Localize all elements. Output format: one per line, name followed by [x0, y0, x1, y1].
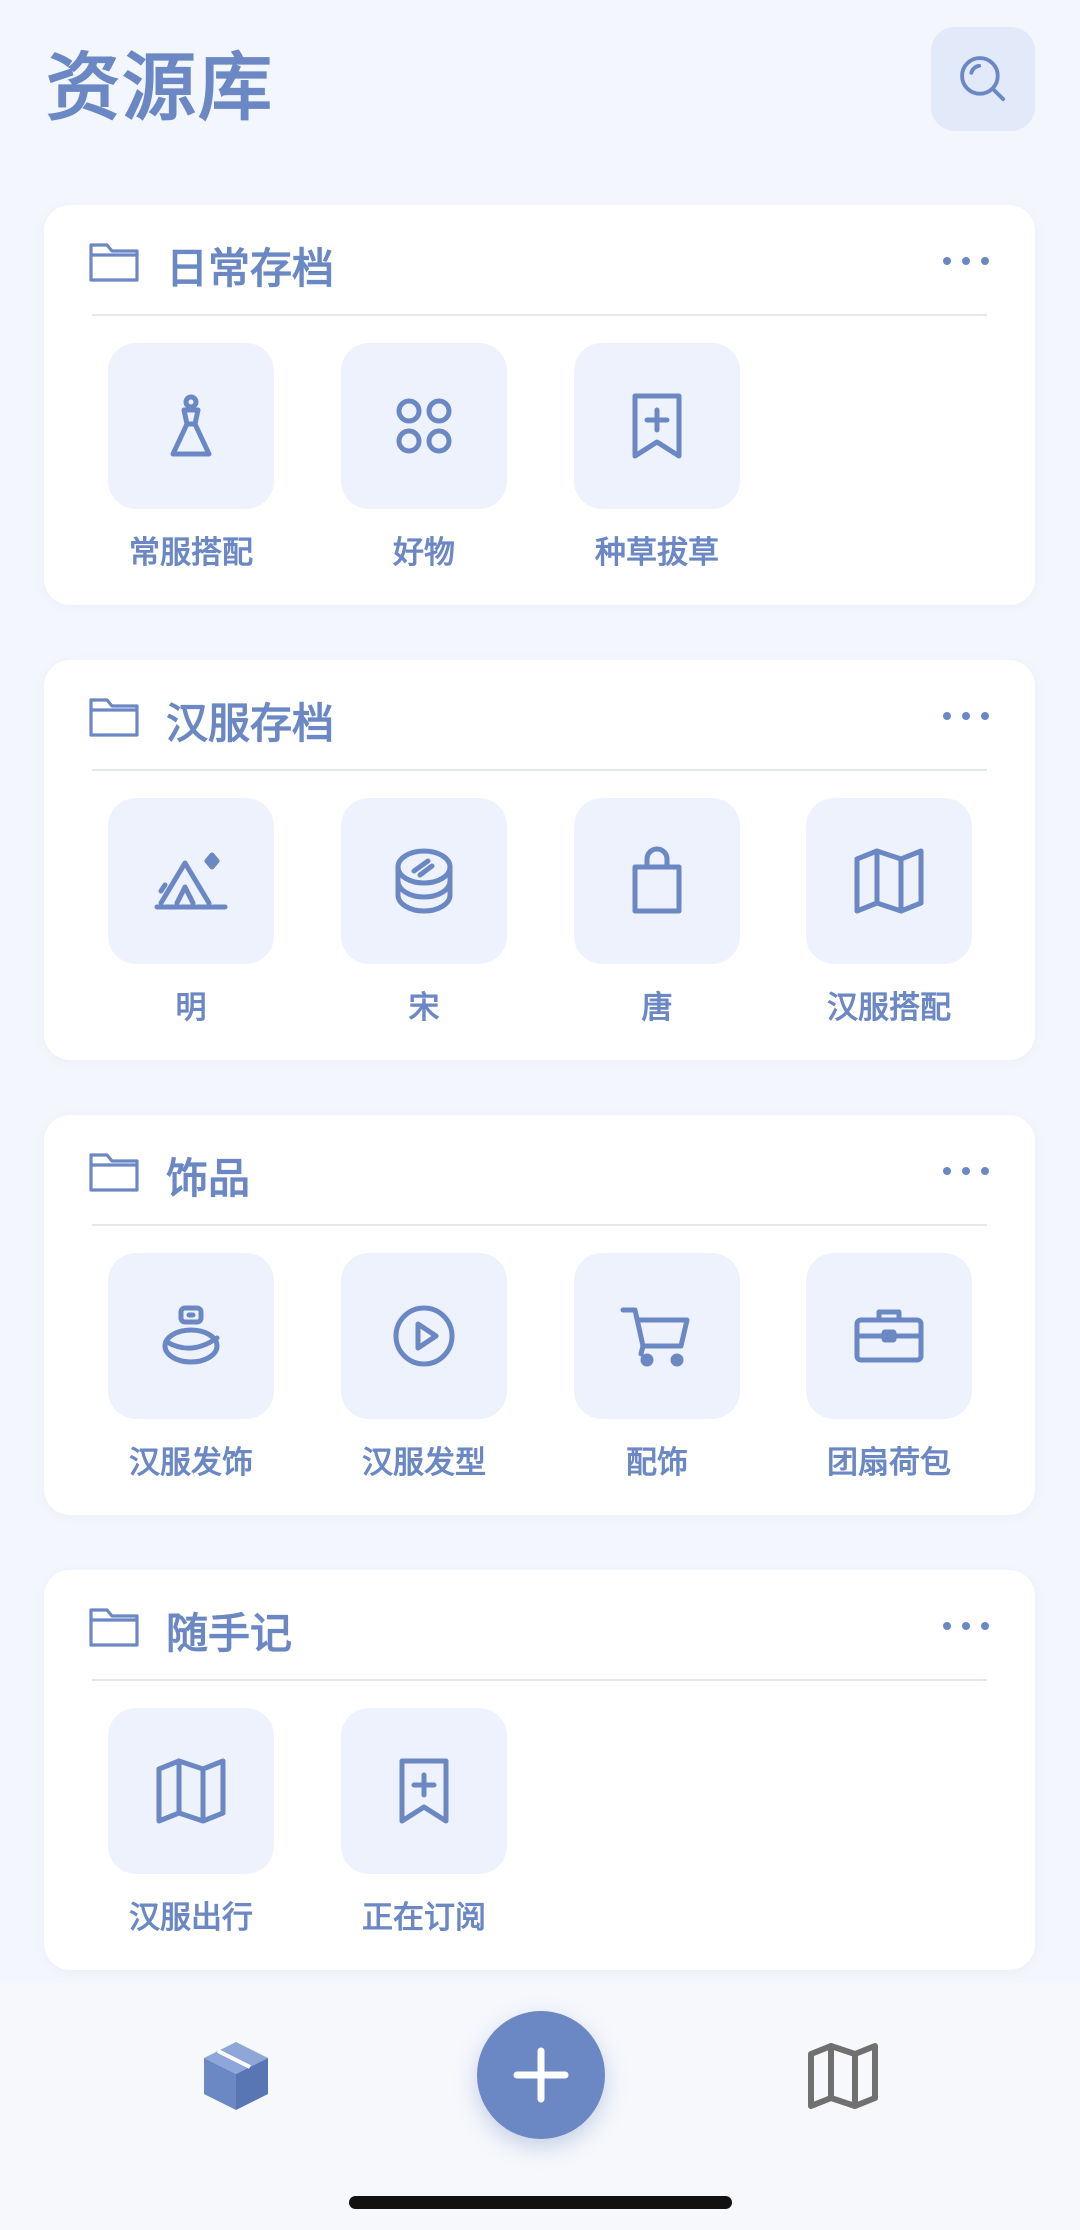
tile-label: 配饰	[626, 1445, 688, 1481]
bottom-nav	[0, 1983, 1080, 2230]
resource-tile[interactable]: 种草拔草	[574, 343, 740, 572]
more-options-button[interactable]	[943, 241, 989, 281]
section-title: 饰品	[166, 1154, 251, 1203]
grid-circles-icon	[396, 398, 452, 454]
section-card-notes: 随手记 汉服出行 正在订阅	[44, 1570, 1035, 1970]
map-icon[interactable]	[803, 2036, 883, 2116]
search-button[interactable]	[931, 27, 1035, 131]
bookmark-plus-icon	[632, 393, 682, 459]
dot-icon	[962, 257, 970, 265]
cart-icon	[620, 1307, 690, 1367]
map-icon	[156, 1758, 226, 1824]
tile-icon-box	[341, 1708, 507, 1874]
add-button[interactable]	[477, 2011, 605, 2139]
resource-tile[interactable]: 唐	[574, 798, 740, 1027]
tile-label: 团扇荷包	[827, 1445, 951, 1481]
coins-icon	[395, 848, 453, 914]
section-card-daily: 日常存档 常服搭配 好物 种草拔草	[44, 205, 1035, 605]
tile-icon-box	[108, 1253, 274, 1419]
tile-label: 宋	[408, 990, 440, 1026]
folder-icon	[89, 243, 139, 282]
tent-icon	[154, 852, 228, 910]
section-title: 汉服存档	[166, 699, 335, 748]
dot-icon	[962, 1167, 970, 1175]
tile-icon-box	[574, 343, 740, 509]
resource-tile[interactable]: 好物	[341, 343, 507, 572]
dot-icon	[943, 1622, 951, 1630]
dot-icon	[943, 712, 951, 720]
resource-library-screen: 资源库 日常存档 常服搭配 好物 种草拔草 汉服存档 明 宋 唐 汉服搭配 饰品…	[0, 0, 1080, 2230]
tile-icon-box	[341, 1253, 507, 1419]
tile-label: 汉服搭配	[827, 990, 951, 1026]
resource-tile[interactable]: 常服搭配	[108, 343, 274, 572]
section-card-hanfu: 汉服存档 明 宋 唐 汉服搭配	[44, 660, 1035, 1060]
divider	[92, 1679, 987, 1681]
divider	[92, 769, 987, 771]
tile-label: 汉服发饰	[129, 1445, 253, 1481]
dress-icon	[170, 394, 212, 457]
folder-icon	[89, 698, 139, 737]
resource-tile[interactable]: 正在订阅	[341, 1708, 507, 1937]
dot-icon	[981, 257, 989, 265]
dot-icon	[981, 1622, 989, 1630]
resource-tile[interactable]: 团扇荷包	[806, 1253, 972, 1482]
folder-icon	[89, 1153, 139, 1192]
section-header: 随手记	[44, 1570, 1035, 1680]
box-icon[interactable]	[196, 2036, 276, 2116]
tile-icon-box	[574, 1253, 740, 1419]
tile-icon-box	[108, 798, 274, 964]
section-title: 随手记	[166, 1609, 293, 1658]
home-indicator[interactable]	[349, 2196, 732, 2209]
more-options-button[interactable]	[943, 1151, 989, 1191]
dot-icon	[943, 1167, 951, 1175]
resource-tile[interactable]: 明	[108, 798, 274, 1027]
plus-icon	[513, 2047, 569, 2103]
tile-label: 种草拔草	[595, 535, 719, 571]
section-title: 日常存档	[166, 244, 335, 293]
section-card-accessories: 饰品 汉服发饰 汉服发型 配饰 团扇荷包	[44, 1115, 1035, 1515]
tile-icon-box	[806, 798, 972, 964]
play-circle-icon	[393, 1305, 455, 1367]
tile-label: 常服搭配	[129, 535, 253, 571]
bookmark-plus-icon	[399, 1758, 449, 1824]
tile-label: 汉服发型	[362, 1445, 486, 1481]
section-header: 日常存档	[44, 205, 1035, 315]
tile-icon-box	[341, 343, 507, 509]
resource-tile[interactable]: 汉服出行	[108, 1708, 274, 1937]
briefcase-icon	[854, 1309, 924, 1363]
dot-icon	[981, 1167, 989, 1175]
resource-tile[interactable]: 配饰	[574, 1253, 740, 1482]
dot-icon	[981, 712, 989, 720]
folder-icon	[89, 1608, 139, 1647]
section-header: 汉服存档	[44, 660, 1035, 770]
header: 资源库	[0, 0, 1080, 170]
resource-tile[interactable]: 汉服发饰	[108, 1253, 274, 1482]
tile-label: 好物	[393, 535, 455, 571]
shopping-bag-icon	[632, 846, 682, 914]
tile-icon-box	[574, 798, 740, 964]
tile-icon-box	[806, 1253, 972, 1419]
dot-icon	[962, 712, 970, 720]
divider	[92, 314, 987, 316]
tile-label: 明	[175, 990, 207, 1026]
search-icon	[960, 56, 1006, 102]
dot-icon	[943, 257, 951, 265]
page-title: 资源库	[46, 45, 274, 131]
resource-tile[interactable]: 宋	[341, 798, 507, 1027]
section-header: 饰品	[44, 1115, 1035, 1225]
divider	[92, 1224, 987, 1226]
perfume-icon	[162, 1305, 220, 1365]
tile-icon-box	[108, 343, 274, 509]
more-options-button[interactable]	[943, 1606, 989, 1646]
dot-icon	[962, 1622, 970, 1630]
tile-label: 正在订阅	[362, 1900, 486, 1936]
tile-label: 唐	[641, 990, 673, 1026]
resource-tile[interactable]: 汉服发型	[341, 1253, 507, 1482]
more-options-button[interactable]	[943, 696, 989, 736]
tile-label: 汉服出行	[129, 1900, 253, 1936]
map-icon	[854, 848, 924, 914]
tile-icon-box	[108, 1708, 274, 1874]
resource-tile[interactable]: 汉服搭配	[806, 798, 972, 1027]
tile-icon-box	[341, 798, 507, 964]
